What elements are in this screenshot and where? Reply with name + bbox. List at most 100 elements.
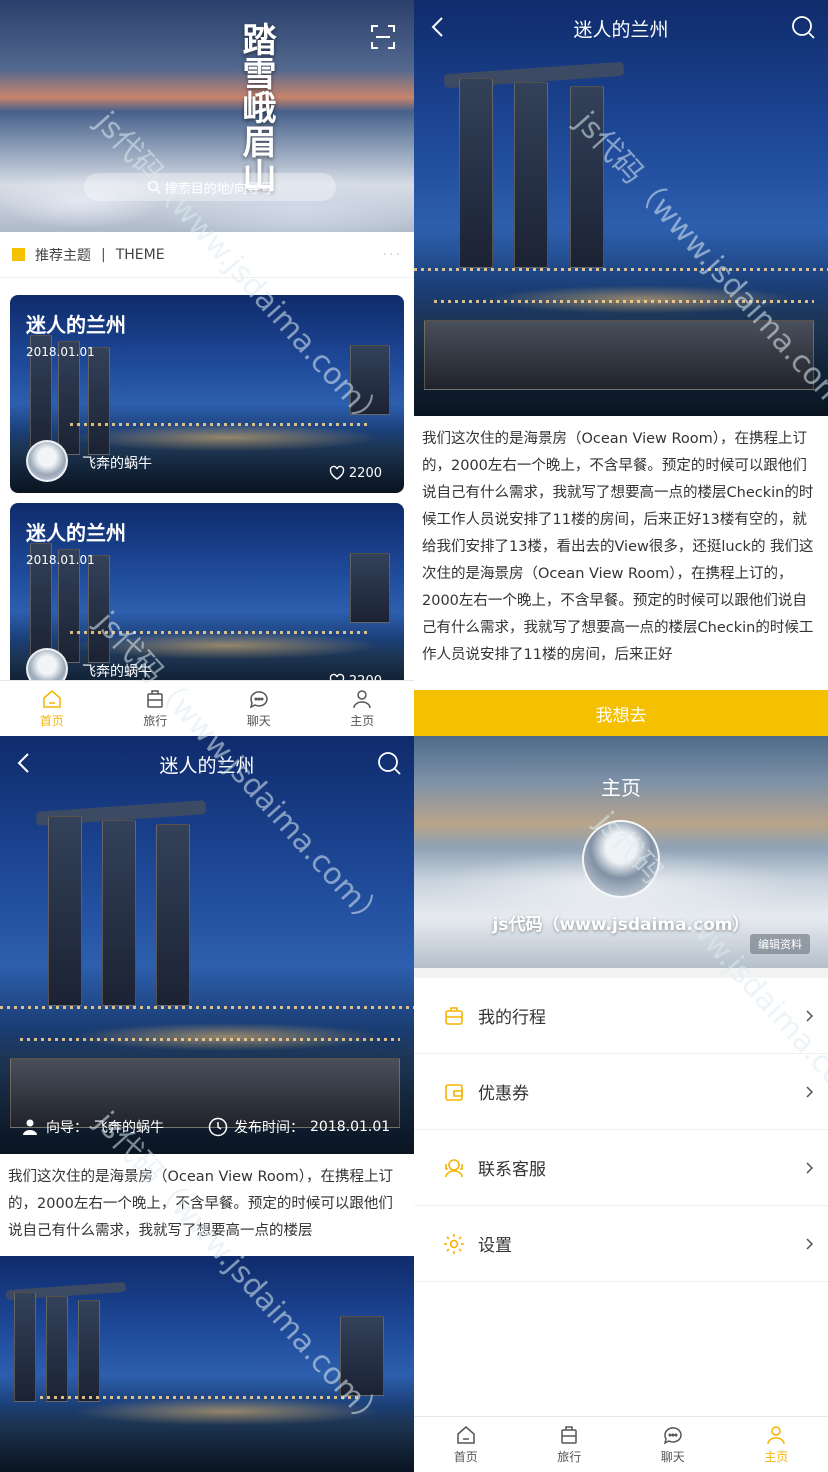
edit-profile-button[interactable]: 编辑资料 [750,934,810,954]
menu-label: 我的行程 [478,1008,546,1028]
tab-label: 首页 [453,1450,478,1464]
back-icon[interactable] [12,750,38,776]
article-image [0,1256,414,1472]
detail-header: 迷人的兰州 [414,0,828,56]
wallet-icon [445,1083,463,1101]
clock-icon [208,1117,228,1137]
detail-photo [414,0,828,416]
search-placeholder: 搜索目的地/向导号 [164,181,274,197]
headset-icon [445,1158,463,1177]
tab-chat[interactable]: 聊天 [207,681,311,736]
tab-label: 旅行 [143,714,168,728]
user-icon [353,690,371,709]
theme-separator: | [101,246,106,263]
empty-area [414,1282,828,1416]
page-title: 迷人的兰州 [573,18,669,41]
like-button[interactable]: 2200 [329,465,382,481]
tab-label: 聊天 [660,1450,685,1464]
heart-icon [329,465,345,480]
detail-header: 迷人的兰州 [0,736,414,792]
chevron-right-icon [806,1085,814,1098]
menu-item-support[interactable]: 联系客服 [414,1130,828,1206]
tab-bar: 首页 旅行 聊天 主页 [414,1416,828,1472]
theme-card[interactable]: 迷人的兰州 2018.01.01 飞奔的蜗牛 2200 [10,503,404,701]
gear-icon [444,1233,464,1254]
want-to-go-button[interactable]: 我想去 [414,690,828,736]
theme-subtitle: THEME [115,246,165,263]
home-icon [43,690,61,708]
tab-profile[interactable]: 主页 [725,1417,828,1472]
user-icon [767,1426,785,1445]
tab-travel[interactable]: 旅行 [518,1417,622,1472]
profile-menu: 我的行程 优惠券 联系客服 设置 [414,978,828,1282]
suitcase-icon [561,1426,577,1444]
tab-label: 旅行 [557,1450,582,1464]
menu-item-itinerary[interactable]: 我的行程 [414,978,828,1054]
user-icon [23,1119,37,1135]
tab-profile[interactable]: 主页 [311,681,415,736]
menu-item-coupons[interactable]: 优惠券 [414,1054,828,1130]
menu-label: 优惠券 [478,1084,529,1104]
page-title: 迷人的兰州 [159,754,255,777]
detail-screen: 迷人的兰州 我们这次住的是海景房（Ocean View Room），在携程上订的… [414,0,828,736]
chat-icon [663,1427,682,1445]
search-icon[interactable] [376,750,402,776]
tab-label: 聊天 [246,714,271,728]
chevron-right-icon [806,1161,814,1174]
card-author: 飞奔的蜗牛 [82,664,152,680]
search-bar[interactable]: 搜索目的地/向导号 [84,173,336,201]
theme-header: 推荐主题 | THEME ··· [0,232,414,278]
tab-bar: 首页 旅行 聊天 主页 [0,680,414,736]
like-count: 2200 [348,465,382,481]
theme-title: 推荐主题 [35,247,91,264]
guide-label: 向导： [46,1120,88,1136]
theme-marker [12,248,25,261]
menu-label: 设置 [478,1236,512,1256]
profile-banner: 主页 js代码（www.jsdaima.com） 编辑资料 [414,736,828,968]
detail-photo [0,736,414,1154]
tab-label: 主页 [764,1450,789,1464]
search-icon[interactable] [790,14,816,40]
time-info: 发布时间： 2018.01.01 [208,1117,390,1137]
more-icon[interactable]: ··· [383,247,402,263]
back-icon[interactable] [426,14,452,40]
avatar[interactable] [582,820,660,898]
avatar[interactable] [26,440,68,482]
card-date: 2018.01.01 [26,345,95,359]
scan-icon[interactable] [370,24,396,50]
card-date: 2018.01.01 [26,553,95,567]
banner-image[interactable]: 踏雪峨眉山 搜索目的地/向导号 [0,0,414,232]
article-meta: 向导： 飞奔的蜗牛 发布时间： 2018.01.01 [0,1112,414,1142]
tab-travel[interactable]: 旅行 [104,681,208,736]
profile-name: js代码（www.jsdaima.com） [492,915,750,935]
menu-item-settings[interactable]: 设置 [414,1206,828,1282]
suitcase-icon [445,1006,463,1025]
tab-home[interactable]: 首页 [414,1417,518,1472]
chevron-right-icon [806,1009,814,1022]
banner-calligraphy: 踏雪峨眉山 [236,22,276,192]
article-text: 我们这次住的是海景房（Ocean View Room），在携程上订的，2000左… [422,431,814,663]
card-title: 迷人的兰州 [26,521,126,545]
article-text: 我们这次住的是海景房（Ocean View Room），在携程上订的，2000左… [8,1169,394,1239]
suitcase-icon [147,690,163,708]
chat-icon [249,691,268,709]
profile-screen: 主页 js代码（www.jsdaima.com） 编辑资料 我的行程 优惠券 联… [414,736,828,1472]
tab-chat[interactable]: 聊天 [621,1417,725,1472]
tab-home[interactable]: 首页 [0,681,104,736]
card-author: 飞奔的蜗牛 [82,456,152,472]
time-label: 发布时间： [234,1120,304,1136]
search-icon [147,180,161,194]
chevron-right-icon [806,1237,814,1250]
theme-card[interactable]: 迷人的兰州 2018.01.01 飞奔的蜗牛 2200 [10,295,404,493]
tab-label: 首页 [39,714,64,728]
home-icon [457,1426,475,1444]
menu-label: 联系客服 [478,1160,546,1180]
detail-screen-meta: 迷人的兰州 向导： 飞奔的蜗牛 发布时间： 2018.01.01 我们这次住的是… [0,736,414,1472]
page-title: 主页 [601,776,641,800]
tab-label: 主页 [350,714,375,728]
card-title: 迷人的兰州 [26,313,126,337]
time-value: 2018.01.01 [310,1119,391,1135]
guide-name[interactable]: 飞奔的蜗牛 [94,1117,164,1137]
home-screen: 踏雪峨眉山 搜索目的地/向导号 推荐主题 | THEME ··· 迷人的兰州 2… [0,0,414,736]
guide-info: 向导： 飞奔的蜗牛 [22,1117,164,1137]
